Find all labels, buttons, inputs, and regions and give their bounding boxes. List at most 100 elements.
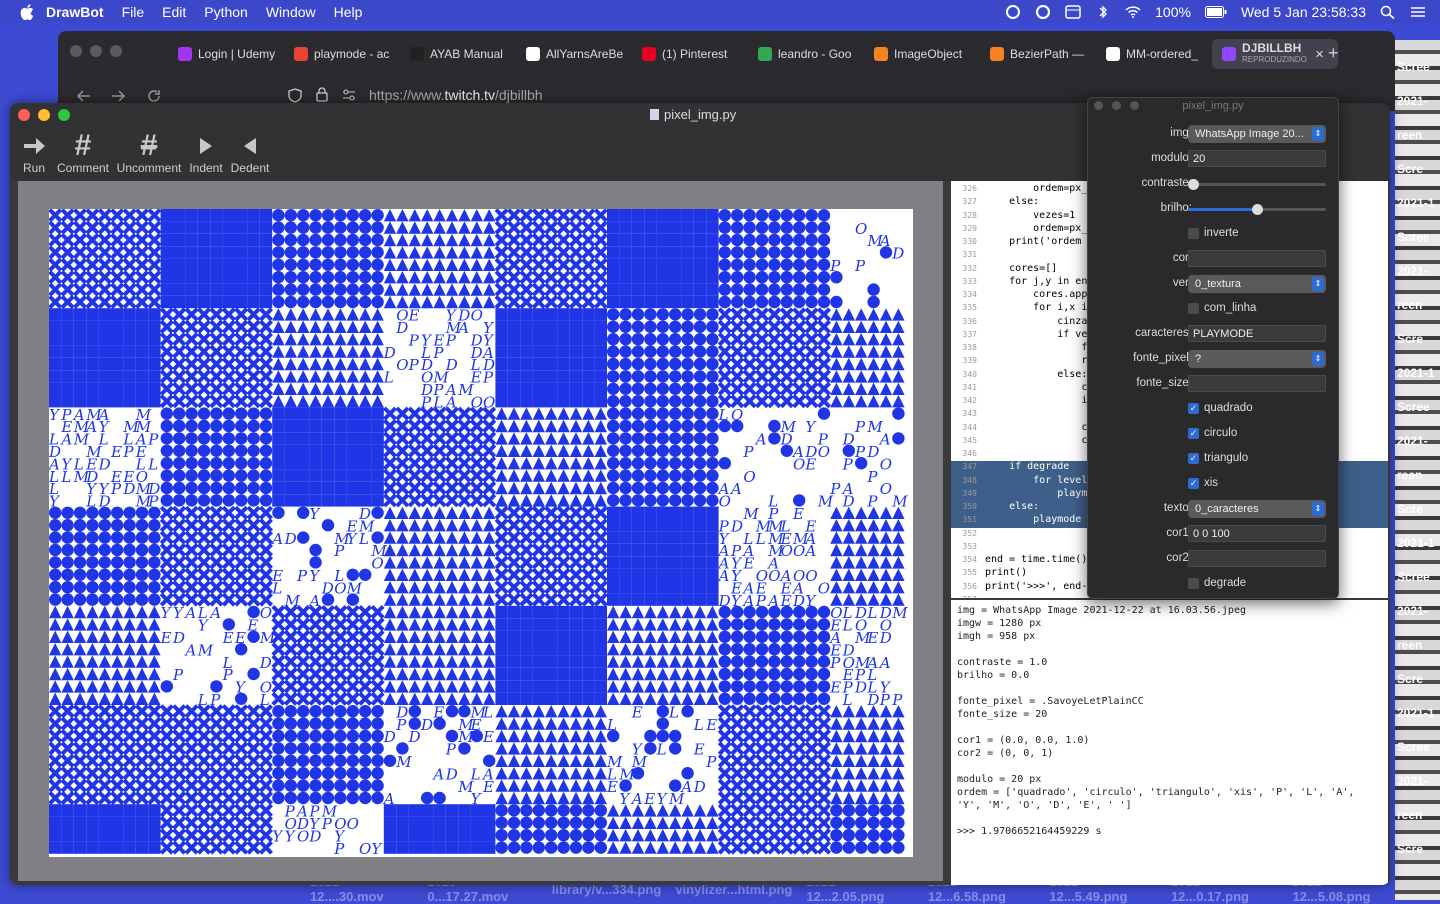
brilho-slider[interactable]	[1188, 204, 1326, 215]
inverte-checkbox[interactable]	[1188, 228, 1199, 239]
browser-tab[interactable]: AllYarnsAreBe	[516, 39, 632, 69]
menu-edit[interactable]: Edit	[162, 4, 186, 20]
reload-icon[interactable]	[146, 88, 162, 104]
slider-knob[interactable]	[1188, 179, 1199, 190]
artwork-pixel-shape: O	[818, 443, 830, 461]
ver-select[interactable]: 0_textura ⇕	[1188, 275, 1326, 293]
tab-label: MM-ordered_	[1126, 46, 1199, 61]
control-center-icon[interactable]	[1410, 5, 1426, 19]
output-console[interactable]: img = WhatsApp Image 2021-12-22 at 16.03…	[951, 600, 1388, 885]
com-linha-checkbox[interactable]	[1188, 303, 1199, 314]
browser-tab[interactable]: DJBILLBH REPRODUZINDO ✕	[1212, 39, 1338, 69]
artwork-pixel-shape	[693, 357, 707, 371]
artwork-pixel-shape	[61, 308, 74, 321]
permissions-icon[interactable]	[342, 89, 356, 101]
indent-button[interactable]: Indent	[188, 131, 224, 175]
browser-close-button[interactable]	[70, 45, 82, 57]
artwork-pixel-shape	[49, 308, 62, 321]
inverte-label: inverte	[1204, 227, 1239, 239]
creative-cloud-icon[interactable]	[1005, 4, 1021, 19]
artwork-pixel-shape	[669, 308, 682, 321]
browser-tab[interactable]: (1) Pinterest	[632, 39, 748, 69]
fonte-size-field[interactable]	[1188, 375, 1326, 392]
lock-icon[interactable]	[316, 87, 328, 102]
artwork-pixel-shape	[98, 593, 111, 606]
browser-tab[interactable]: leandro - Goo	[748, 39, 864, 69]
artwork-pixel-shape	[210, 283, 223, 296]
menu-app-name[interactable]: DrawBot	[46, 4, 104, 20]
select-arrows-icon: ⇕	[1312, 352, 1324, 366]
artwork-pixel-shape	[173, 469, 186, 482]
artwork-pixel-shape	[693, 233, 707, 247]
calendar-icon[interactable]	[1065, 4, 1081, 19]
modulo-field[interactable]: 20	[1188, 150, 1326, 167]
artwork-pixel-shape: O	[396, 356, 408, 374]
artwork-pixel-shape	[743, 209, 756, 222]
triangulo-checkbox[interactable]: ✓	[1188, 453, 1199, 464]
artwork-pixel-shape	[135, 506, 149, 519]
browser-minimize-button[interactable]	[90, 45, 102, 57]
window-zoom-button[interactable]	[58, 109, 70, 121]
cor-field[interactable]	[1188, 250, 1326, 267]
artwork-pixel-shape	[532, 605, 545, 619]
menu-window[interactable]: Window	[266, 4, 316, 20]
dedent-label: Dedent	[230, 161, 270, 175]
artwork-pixel-shape	[160, 283, 173, 296]
drawing-canvas-area[interactable]: OMADPPOEYDODMAYPYEPDYDLPDAOPDDLDLOMEPDPA…	[18, 181, 943, 881]
artwork-pixel-shape	[495, 345, 508, 358]
panel-minimize-button[interactable]	[1112, 101, 1121, 110]
artwork-pixel-shape	[656, 419, 669, 433]
browser-tab[interactable]: BezierPath —	[980, 39, 1096, 69]
fonte-pixel-select[interactable]: ? ⇕	[1188, 350, 1326, 368]
artwork-pixel-shape	[135, 804, 149, 817]
xis-checkbox[interactable]: ✓	[1188, 478, 1199, 489]
battery-icon[interactable]	[1204, 5, 1227, 18]
comment-button[interactable]: # Comment	[56, 129, 110, 175]
run-button[interactable]: Run	[20, 131, 48, 175]
circle-app-icon[interactable]	[1035, 4, 1051, 19]
menubar-clock[interactable]: Wed 5 Jan 23:58:33	[1241, 4, 1366, 20]
artwork-pixel-shape	[173, 221, 186, 234]
tab-close-icon[interactable]: ✕	[1315, 48, 1324, 61]
browser-zoom-button[interactable]	[110, 45, 122, 57]
menu-help[interactable]: Help	[334, 4, 363, 20]
url-text[interactable]: https://www.twitch.tv/djbillbh	[369, 87, 543, 103]
browser-tab[interactable]: MM-ordered_	[1096, 39, 1212, 69]
panel-close-button[interactable]	[1094, 101, 1103, 110]
circulo-checkbox[interactable]: ✓	[1188, 428, 1199, 439]
artwork-pixel-shape	[619, 531, 632, 544]
apple-icon[interactable]	[20, 3, 34, 20]
cor2-field[interactable]	[1188, 550, 1326, 567]
menu-file[interactable]: File	[122, 4, 145, 20]
uncomment-button[interactable]: # Uncomment	[116, 129, 182, 175]
caracteres-field[interactable]: PLAYMODE	[1188, 325, 1326, 342]
back-icon[interactable]	[76, 89, 92, 103]
slider-knob[interactable]	[1251, 204, 1263, 215]
artwork-pixel-shape	[73, 804, 87, 817]
browser-tab[interactable]: playmode - ac	[284, 39, 400, 69]
artwork-pixel-shape	[830, 804, 843, 817]
browser-tab[interactable]: AYAB Manual	[400, 39, 516, 69]
shield-icon[interactable]	[288, 88, 302, 103]
browser-tab[interactable]: Login | Udemy	[168, 39, 284, 69]
artwork-pixel-shape	[359, 444, 372, 457]
wifi-icon[interactable]	[1125, 5, 1141, 19]
forward-icon[interactable]	[110, 89, 126, 103]
img-select[interactable]: WhatsApp Image 20... ⇕	[1188, 125, 1326, 143]
window-minimize-button[interactable]	[38, 109, 50, 121]
spotlight-search-icon[interactable]	[1380, 5, 1396, 19]
degrade-checkbox[interactable]	[1188, 578, 1199, 589]
quadrado-checkbox[interactable]: ✓	[1188, 403, 1199, 414]
bluetooth-icon[interactable]	[1095, 4, 1111, 19]
new-tab-button[interactable]: +	[1328, 43, 1339, 64]
window-close-button[interactable]	[18, 109, 30, 121]
dedent-button[interactable]: Dedent	[230, 131, 270, 175]
artwork-pixel-shape	[123, 581, 136, 594]
menu-python[interactable]: Python	[204, 4, 248, 20]
contraste-slider[interactable]	[1188, 179, 1326, 190]
artwork-pixel-shape	[309, 469, 322, 482]
texto-select[interactable]: 0_caracteres ⇕	[1188, 500, 1326, 518]
cor1-field[interactable]: 0 0 100	[1188, 525, 1326, 542]
panel-zoom-button[interactable]	[1130, 101, 1139, 110]
browser-tab[interactable]: ImageObject	[864, 39, 980, 69]
